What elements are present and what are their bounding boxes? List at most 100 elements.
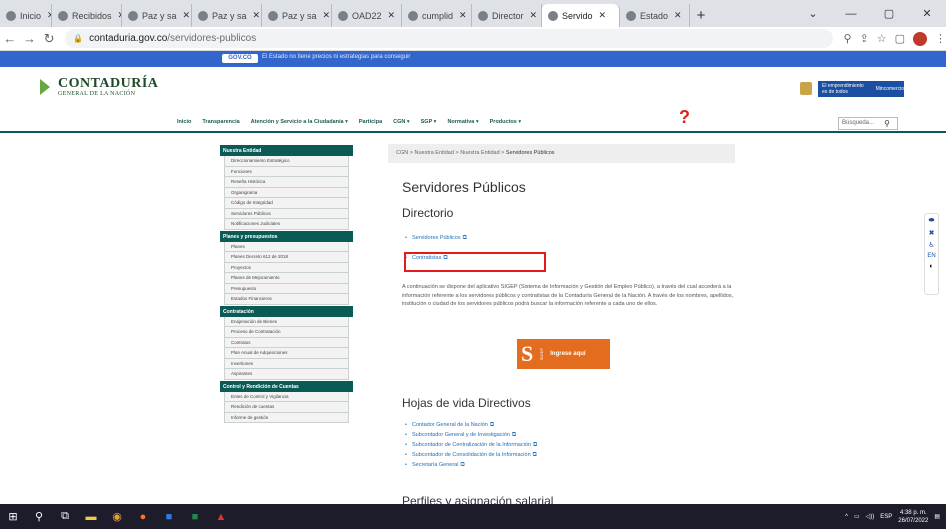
browser-tab[interactable]: OAD22 ✕ bbox=[332, 4, 402, 27]
tab-close-icon[interactable]: ✕ bbox=[674, 10, 682, 21]
browser-tab[interactable]: Inicio✕ bbox=[0, 4, 52, 27]
sidebar-item[interactable]: Proyectos bbox=[224, 262, 349, 273]
sigep-button[interactable]: S SIGEP Ingrese aquí bbox=[517, 339, 610, 369]
browser-tab[interactable]: Estado ✕ bbox=[620, 4, 690, 27]
sidebar-section-title[interactable]: Control y Rendición de Cuentas bbox=[220, 380, 353, 392]
contrast-icon[interactable]: ◐ bbox=[929, 263, 933, 270]
clock[interactable]: 4:38 p. m. 26/07/2022 bbox=[898, 509, 928, 525]
back-icon[interactable]: ← bbox=[0, 31, 20, 46]
sidebar-item[interactable]: Rendición de cuentas bbox=[224, 402, 349, 413]
windows-start-icon[interactable]: ⊞ bbox=[0, 504, 26, 529]
sidebar-item[interactable]: Servidores Públicos bbox=[224, 208, 349, 219]
close-circle-icon[interactable]: ✖ bbox=[929, 229, 935, 237]
tab-search-icon[interactable]: ⌄ bbox=[794, 0, 832, 27]
sidebar-item[interactable]: Informe de gestión bbox=[224, 412, 349, 423]
nav-item[interactable]: SGP ▾ bbox=[421, 119, 437, 125]
sidebar-section-title[interactable]: Contratación bbox=[220, 305, 353, 317]
search-icon[interactable]: ⚲ bbox=[876, 117, 898, 130]
profile-avatar[interactable] bbox=[913, 31, 928, 46]
sidebar-item[interactable]: Funciones bbox=[224, 166, 349, 177]
browser-tab[interactable]: Recibidos✕ bbox=[52, 4, 122, 27]
nav-item[interactable]: Inicio bbox=[177, 119, 191, 125]
tab-close-icon[interactable]: ✕ bbox=[459, 10, 467, 21]
sidebar-section-title[interactable]: Planes y presupuestos bbox=[220, 230, 353, 242]
tab-close-icon[interactable]: ✕ bbox=[530, 10, 538, 21]
sidebar-item[interactable]: Estados Financieros bbox=[224, 294, 349, 305]
excel-icon[interactable]: ■ bbox=[182, 504, 208, 529]
hojas-de-vida-link[interactable]: Secretaría General⧉ bbox=[405, 460, 537, 470]
tab-close-icon[interactable]: ✕ bbox=[183, 10, 191, 21]
nav-item[interactable]: Atención y Servicio a la Ciudadanía ▾ bbox=[251, 119, 348, 125]
person-icon[interactable]: ♿ bbox=[928, 241, 934, 249]
gov-co-logo[interactable]: GOV.CO bbox=[222, 54, 258, 63]
hojas-de-vida-link[interactable]: Contador General de la Nación⧉ bbox=[405, 420, 537, 430]
sidebar-item[interactable]: Presupuesto bbox=[224, 283, 349, 294]
nav-item[interactable]: Participa bbox=[359, 119, 382, 125]
breadcrumb-path[interactable]: CGN > Nuestra Entidad > Nuestra Entidad … bbox=[396, 150, 506, 156]
browser-tab[interactable]: Paz y sa ✕ bbox=[122, 4, 192, 27]
file-explorer-icon[interactable]: ▬ bbox=[78, 504, 104, 529]
nav-item[interactable]: Transparencia bbox=[202, 119, 239, 125]
hojas-de-vida-link[interactable]: Subcontador de Centralización de la Info… bbox=[405, 440, 537, 450]
menu-kebab-icon[interactable]: ⋮ bbox=[935, 32, 946, 45]
task-view-icon[interactable]: ⧉ bbox=[52, 504, 78, 529]
tab-close-icon[interactable]: ✕ bbox=[388, 10, 396, 21]
sidebar-section-title[interactable]: Nuestra Entidad bbox=[220, 145, 353, 156]
zoom-icon[interactable]: ⚲ bbox=[843, 32, 851, 45]
sidebar-item[interactable]: Proceso de Contratación bbox=[224, 327, 349, 338]
sidebar-item[interactable]: Organigrama bbox=[224, 187, 349, 198]
maximize-icon[interactable]: ▢ bbox=[870, 0, 908, 27]
sidebar-item[interactable]: Reseña Histórica bbox=[224, 177, 349, 188]
pdf-reader-icon[interactable]: ▲ bbox=[208, 504, 234, 529]
firefox-icon[interactable]: ● bbox=[130, 504, 156, 529]
forward-icon[interactable]: → bbox=[20, 31, 40, 46]
hojas-de-vida-link[interactable]: Subcontador General y de Investigación⧉ bbox=[405, 430, 537, 440]
nav-item[interactable]: Productos ▾ bbox=[490, 119, 522, 125]
sidebar-item[interactable]: Notificaciones Judiciales bbox=[224, 219, 349, 230]
sidebar-item[interactable]: Código de Integridad bbox=[224, 198, 349, 209]
search-icon[interactable]: ⚲ bbox=[26, 504, 52, 529]
chrome-icon[interactable]: ◉ bbox=[104, 504, 130, 529]
tray-chevron-icon[interactable]: ^ bbox=[845, 514, 848, 520]
browser-tab[interactable]: cumplid ✕ bbox=[402, 4, 472, 27]
hojas-de-vida-link[interactable]: Subcontador de Consolidación de la Infor… bbox=[405, 450, 537, 460]
sidebar-item[interactable]: Plan Anual de Adquisiciones bbox=[224, 348, 349, 359]
nav-item[interactable]: Normativa ▾ bbox=[447, 119, 478, 125]
tab-close-icon[interactable]: ✕ bbox=[323, 10, 331, 21]
contaduria-logo[interactable]: CONTADURÍA GENERAL DE LA NACIÓN bbox=[40, 77, 158, 97]
lang-toggle[interactable]: EN bbox=[927, 253, 935, 259]
sidebar-item[interactable]: Contratos bbox=[224, 337, 349, 348]
directorio-link[interactable]: Servidores Públicos⧉ bbox=[405, 233, 467, 243]
sidebar-item[interactable]: Planes de Mejoramiento bbox=[224, 273, 349, 284]
browser-tab[interactable]: Servido ✕ bbox=[542, 4, 620, 27]
nav-item[interactable]: CGN ▾ bbox=[393, 119, 410, 125]
browser-tab[interactable]: Director ✕ bbox=[472, 4, 542, 27]
browser-tab[interactable]: Paz y sa ✕ bbox=[192, 4, 262, 27]
sidebar-item[interactable]: Direccionamiento Estratégico bbox=[224, 156, 349, 167]
sidebar-item[interactable]: Aspirantes bbox=[224, 369, 349, 380]
notifications-icon[interactable]: ▤ bbox=[934, 513, 940, 520]
toggle-pill-icon[interactable]: ⬬ bbox=[929, 217, 935, 225]
sidebar-item[interactable]: Entes de Control y Vigilancia bbox=[224, 391, 349, 402]
url-input[interactable]: 🔒 contaduria.gov.co/servidores-publicos bbox=[65, 29, 834, 48]
network-icon[interactable]: ▭ bbox=[854, 513, 860, 520]
minimize-icon[interactable]: — bbox=[832, 0, 870, 27]
language-indicator[interactable]: ESP bbox=[880, 514, 892, 520]
new-tab-button[interactable]: + bbox=[690, 4, 712, 27]
volume-icon[interactable]: ◁)) bbox=[866, 513, 875, 520]
close-window-icon[interactable]: ✕ bbox=[908, 0, 946, 27]
sidebar-item[interactable]: Enajenación de Bienes bbox=[224, 316, 349, 327]
outlook-icon[interactable]: ■ bbox=[156, 504, 182, 529]
mincomercio-badge[interactable]: El emprendimiento es de todos Mincomerci… bbox=[818, 81, 904, 97]
browser-tab[interactable]: Paz y sa ✕ bbox=[262, 4, 332, 27]
sidebar-icon[interactable]: ▢ bbox=[895, 32, 905, 45]
tab-close-icon[interactable]: ✕ bbox=[599, 10, 607, 21]
share-icon[interactable]: ⇪ bbox=[860, 32, 869, 45]
tab-label: cumplid bbox=[422, 10, 454, 21]
sidebar-item[interactable]: Invertiones bbox=[224, 358, 349, 369]
reload-icon[interactable]: ↻ bbox=[39, 31, 59, 47]
sidebar-item[interactable]: Planes bbox=[224, 241, 349, 252]
sidebar-item[interactable]: Planes Decreto 612 de 2018 bbox=[224, 252, 349, 263]
tab-close-icon[interactable]: ✕ bbox=[253, 10, 261, 21]
bookmark-star-icon[interactable]: ☆ bbox=[877, 32, 887, 45]
